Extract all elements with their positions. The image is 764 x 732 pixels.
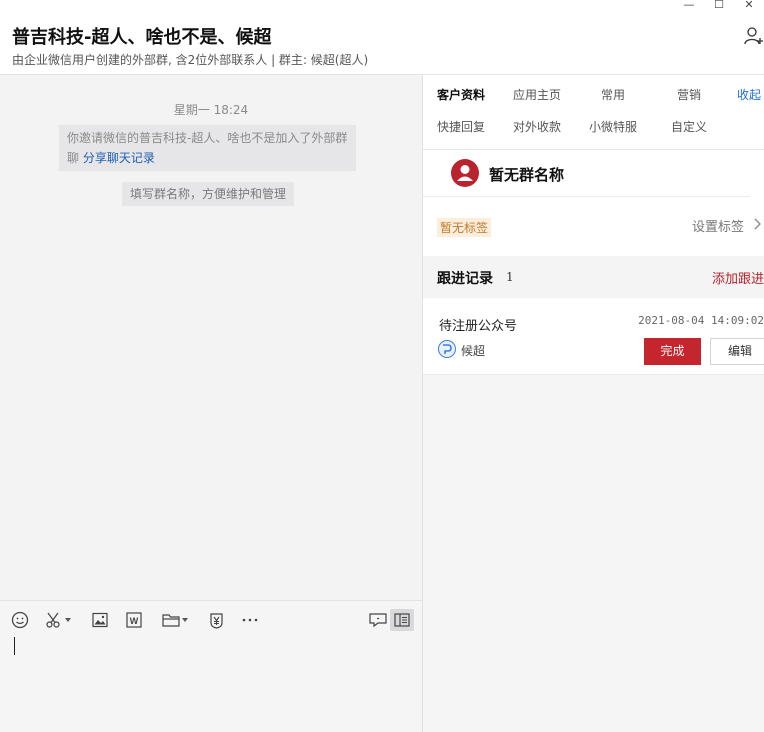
chat-messages: 星期一 18:24 你邀请微信的普吉科技-超人、啥也不是加入了外部群聊 分享聊天… bbox=[0, 75, 422, 600]
chat-window-icon[interactable] bbox=[369, 611, 387, 629]
group-avatar bbox=[451, 159, 479, 187]
svg-text:W: W bbox=[130, 616, 139, 626]
follow-up-header: 跟进记录 1 添加跟进 bbox=[423, 256, 764, 298]
tab-micro-service[interactable]: 小微特服 bbox=[589, 111, 637, 143]
record-time: 2021-08-04 14:09:02 bbox=[638, 314, 764, 327]
minimize-button[interactable]: — bbox=[674, 0, 704, 12]
more-icon[interactable] bbox=[241, 611, 259, 629]
panel-tabs-row-2: 快捷回复 对外收款 小微特服 自定义 bbox=[423, 111, 764, 143]
follow-up-record: 待注册公众号 2021-08-04 14:09:02 候超 完成 编辑 bbox=[423, 298, 764, 375]
window-header: 普吉科技-超人、啥也不是、候超 由企业微信用户创建的外部群, 含2位外部联系人 … bbox=[0, 0, 764, 75]
group-card: 暂无群名称 bbox=[423, 150, 750, 197]
customer-info-panel: 客户资料 应用主页 常用 营销 收起 快捷回复 对外收款 小微特服 自定义 暂无… bbox=[423, 75, 764, 732]
group-name[interactable]: 暂无群名称 bbox=[489, 164, 564, 185]
follow-up-title: 跟进记录 bbox=[437, 271, 493, 287]
maximize-button[interactable]: ☐ bbox=[704, 0, 734, 12]
add-member-icon[interactable] bbox=[744, 26, 764, 46]
tab-app-home[interactable]: 应用主页 bbox=[513, 79, 561, 111]
collapse-button[interactable]: 收起 bbox=[737, 79, 761, 111]
window-controls: — ☐ ✕ bbox=[674, 0, 764, 12]
tab-custom[interactable]: 自定义 bbox=[671, 111, 707, 143]
record-title: 待注册公众号 bbox=[439, 319, 518, 334]
emoji-icon[interactable] bbox=[11, 611, 29, 629]
tab-external-payment[interactable]: 对外收款 bbox=[513, 111, 561, 143]
panel-tabs-row-1: 客户资料 应用主页 常用 营销 收起 bbox=[423, 79, 764, 111]
word-file-icon[interactable]: W bbox=[126, 611, 142, 629]
close-button[interactable]: ✕ bbox=[734, 0, 764, 12]
record-owner: 候超 bbox=[461, 344, 486, 358]
owner-avatar-icon bbox=[438, 340, 456, 358]
yuan-icon[interactable] bbox=[208, 611, 225, 629]
image-icon[interactable] bbox=[92, 611, 108, 629]
set-tag-button[interactable]: 设置标签 bbox=[692, 216, 744, 235]
input-toolbar: W bbox=[0, 607, 422, 633]
panel-empty-area bbox=[423, 375, 764, 732]
chat-title: 普吉科技-超人、啥也不是、候超 bbox=[12, 27, 272, 48]
chevron-right-icon bbox=[754, 218, 762, 233]
complete-button[interactable]: 完成 bbox=[644, 338, 701, 365]
chat-subtitle: 由企业微信用户创建的外部群, 含2位外部联系人 | 群主: 候超(超人) bbox=[12, 53, 369, 67]
tag-chip: 暂无标签 bbox=[437, 218, 492, 237]
edit-button[interactable]: 编辑 bbox=[710, 338, 764, 365]
text-cursor bbox=[14, 637, 15, 655]
tab-common[interactable]: 常用 bbox=[601, 79, 625, 111]
tab-customer-info[interactable]: 客户资料 bbox=[437, 79, 485, 111]
follow-up-count: 1 bbox=[506, 270, 514, 284]
message-input-area[interactable]: W bbox=[0, 600, 422, 732]
screenshot-icon[interactable] bbox=[45, 611, 71, 629]
folder-icon[interactable] bbox=[162, 611, 188, 629]
system-message: 你邀请微信的普吉科技-超人、啥也不是加入了外部群聊 分享聊天记录 bbox=[59, 125, 356, 171]
tab-quick-reply[interactable]: 快捷回复 bbox=[437, 111, 485, 143]
add-follow-up-button[interactable]: 添加跟进 bbox=[712, 268, 764, 287]
tab-marketing[interactable]: 营销 bbox=[677, 79, 701, 111]
sidebar-toggle-icon[interactable] bbox=[390, 609, 414, 631]
group-name-hint[interactable]: 填写群名称，方便维护和管理 bbox=[122, 182, 295, 206]
tag-row: 暂无标签 设置标签 bbox=[423, 197, 764, 255]
message-time-label: 星期一 18:24 bbox=[173, 103, 249, 117]
share-chat-history-link[interactable]: 分享聊天记录 bbox=[83, 151, 155, 165]
